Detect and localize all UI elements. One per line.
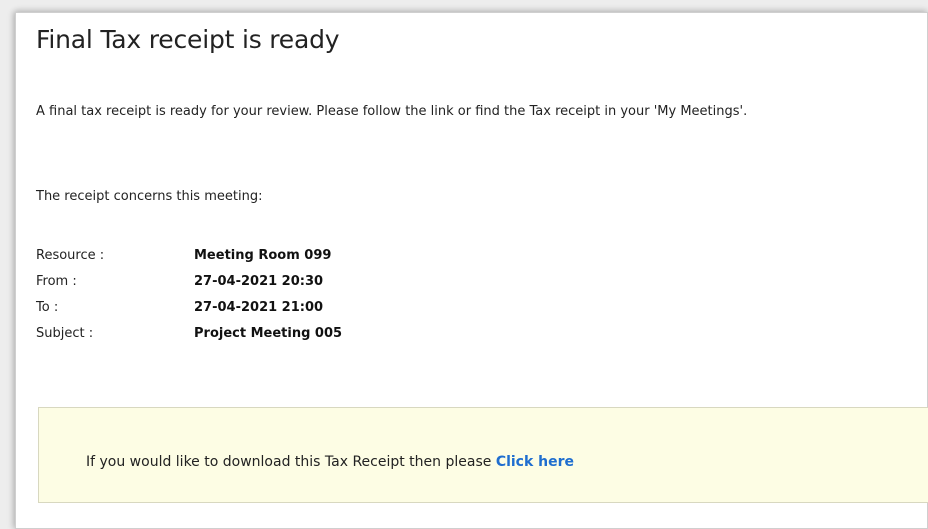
detail-value: 27-04-2021 20:30 (194, 273, 324, 289)
click-here-link[interactable]: Click here (496, 454, 574, 470)
detail-value: Project Meeting 005 (194, 325, 343, 341)
detail-row-from: From : 27-04-2021 20:30 (36, 268, 342, 294)
detail-label: Resource : (36, 247, 105, 263)
meeting-intro-text: The receipt concerns this meeting: (36, 189, 263, 204)
download-notice: If you would like to download this Tax R… (86, 454, 574, 470)
download-notice-box: If you would like to download this Tax R… (38, 407, 928, 503)
intro-paragraph: A final tax receipt is ready for your re… (36, 104, 748, 119)
download-notice-text: If you would like to download this Tax R… (86, 454, 496, 470)
detail-row-subject: Subject : Project Meeting 005 (36, 320, 342, 346)
detail-value: Meeting Room 099 (194, 247, 332, 263)
detail-row-resource: Resource : Meeting Room 099 (36, 242, 342, 268)
meeting-details-table: Resource : Meeting Room 099 From : 27-04… (36, 242, 342, 346)
email-body: Final Tax receipt is ready A final tax r… (15, 12, 928, 529)
email-title: Final Tax receipt is ready (36, 25, 340, 54)
detail-row-to: To : 27-04-2021 21:00 (36, 294, 342, 320)
detail-label: From : (36, 273, 77, 289)
detail-label: Subject : (36, 325, 94, 341)
detail-label: To : (36, 299, 59, 315)
detail-value: 27-04-2021 21:00 (194, 299, 324, 315)
